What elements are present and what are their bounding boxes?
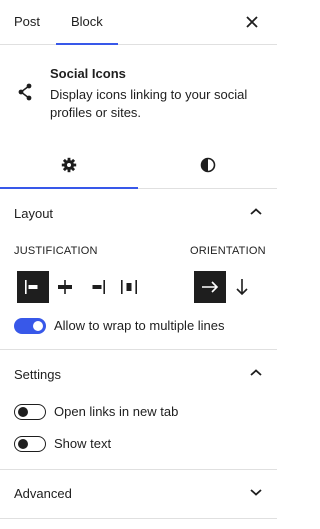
settings-title: Settings — [14, 367, 61, 382]
layout-title: Layout — [14, 206, 54, 221]
toggle-knob — [18, 407, 28, 417]
arrow-right-icon — [202, 281, 219, 293]
new-tab-toggle[interactable] — [14, 404, 46, 420]
gear-icon — [61, 157, 77, 172]
wrap-label: Allow to wrap to multiple lines — [54, 318, 225, 333]
chevron-down-icon — [250, 489, 262, 496]
new-tab-label: Open links in new tab — [54, 404, 179, 419]
justify-right-icon — [92, 280, 105, 294]
justify-left-icon — [25, 280, 38, 294]
orientation-horizontal-button[interactable] — [194, 271, 226, 303]
tab-styles[interactable] — [139, 141, 277, 188]
chevron-up-icon — [250, 369, 262, 376]
show-text-label: Show text — [54, 436, 112, 451]
justify-left-button[interactable] — [17, 271, 49, 303]
toggle-knob — [33, 321, 43, 331]
toggle-knob — [18, 439, 28, 449]
justification-label: JUSTIFICATION — [14, 245, 98, 257]
justify-space-between-icon — [121, 280, 137, 294]
inspector-tabs — [0, 141, 277, 189]
justify-space-between-button[interactable] — [113, 271, 145, 303]
close-icon[interactable] — [243, 13, 261, 31]
block-card: Social Icons Display icons linking to yo… — [0, 45, 277, 141]
justify-center-icon — [58, 280, 72, 294]
contrast-icon — [200, 157, 216, 172]
panel-divider — [0, 349, 277, 350]
wrap-toggle[interactable] — [14, 318, 46, 334]
advanced-panel-toggle[interactable]: Advanced — [0, 470, 277, 518]
justify-center-button[interactable] — [49, 271, 81, 303]
show-text-toggle[interactable] — [14, 436, 46, 452]
justify-right-button[interactable] — [81, 271, 113, 303]
block-description: Display icons linking to your social pro… — [50, 87, 248, 120]
chevron-up-icon — [250, 208, 262, 215]
orientation-label: ORIENTATION — [190, 245, 266, 257]
orientation-vertical-button[interactable] — [226, 271, 258, 303]
settings-panel-toggle[interactable]: Settings — [0, 351, 277, 399]
tab-post[interactable]: Post — [14, 0, 40, 44]
layout-panel-toggle[interactable]: Layout — [0, 190, 277, 238]
advanced-title: Advanced — [14, 486, 72, 501]
sidebar-tabs: Post Block — [0, 0, 277, 45]
tab-block[interactable]: Block — [56, 0, 118, 45]
block-title: Social Icons — [50, 66, 126, 81]
arrow-down-icon — [236, 279, 248, 296]
share-icon — [18, 83, 32, 101]
panel-divider — [0, 518, 277, 519]
tab-settings[interactable] — [0, 141, 138, 189]
